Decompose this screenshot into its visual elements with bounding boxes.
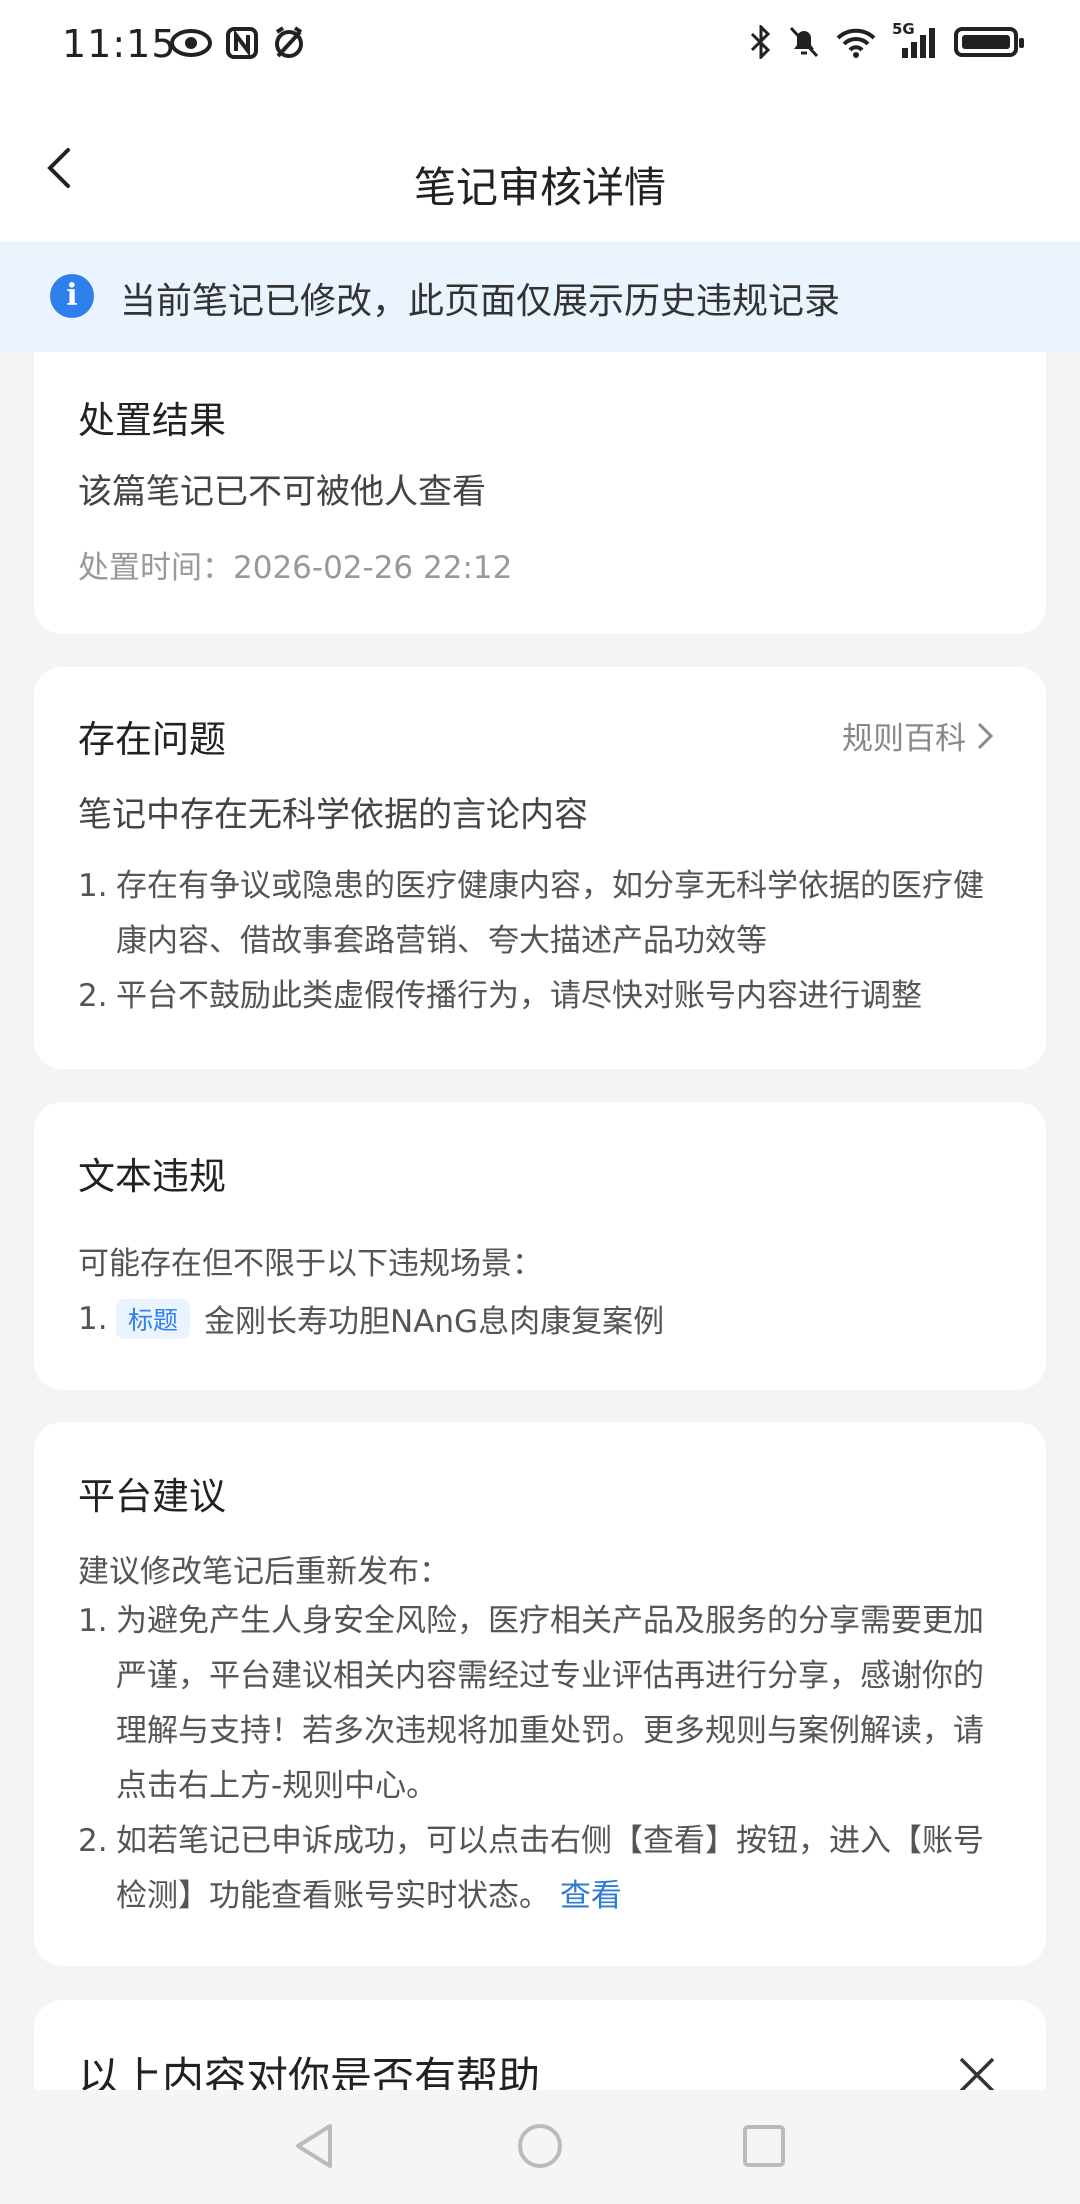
issues-summary: 笔记中存在无科学依据的言论内容 bbox=[78, 795, 588, 835]
advice-card: 平台建议 建议修改笔记后重新发布： 1. 为避免产生人身安全风险，医疗相关产品及服… bbox=[34, 1422, 1046, 1966]
list-item: 2. 如若笔记已申诉成功，可以点击右侧【查看】按钮，进入【账号检测】功能查看账号实… bbox=[78, 1823, 984, 1914]
notice-banner: i 当前笔记已修改，此页面仅展示历史违规记录 bbox=[0, 242, 1080, 352]
list-item: 1. 为避免产生人身安全风险，医疗相关产品及服务的分享需要更加严谨，平台建议相关内… bbox=[78, 1603, 984, 1804]
rules-wiki-link[interactable]: 规则百科 bbox=[842, 713, 994, 758]
signal-5g: 5G bbox=[892, 20, 938, 60]
violation-card: 文本违规 可能存在但不限于以下违规场景： 1. 标题 金刚长寿功胆NAnG息肉康… bbox=[34, 1102, 1046, 1390]
status-left-icons bbox=[170, 26, 306, 60]
status-right-icons: 5G bbox=[750, 20, 1024, 60]
result-time: 处置时间：2026-02-26 22:12 bbox=[78, 550, 513, 586]
close-icon[interactable] bbox=[958, 2056, 996, 2094]
list-item: 1. 存在有争议或隐患的医疗健康内容，如分享无科学依据的医疗健康内容、借故事套路营… bbox=[78, 868, 984, 959]
result-desc: 该篇笔记已不可被他人查看 bbox=[78, 472, 486, 512]
nav-back-icon[interactable] bbox=[292, 2122, 336, 2170]
result-title: 处置结果 bbox=[78, 399, 226, 442]
issues-title: 存在问题 bbox=[78, 718, 226, 761]
chevron-right-icon bbox=[977, 722, 994, 749]
eye-icon bbox=[170, 29, 212, 57]
view-link[interactable]: 查看 bbox=[560, 1878, 622, 1914]
issues-list: 1. 存在有争议或隐患的医疗健康内容，如分享无科学依据的医疗健康内容、借故事套路营… bbox=[78, 859, 986, 1024]
rules-wiki-label: 规则百科 bbox=[842, 721, 966, 757]
system-nav-bar bbox=[0, 2090, 1080, 2204]
violation-intro: 可能存在但不限于以下违规场景： bbox=[78, 1246, 543, 1282]
violation-item: 1. 标题 金刚长寿功胆NAnG息肉康复案例 bbox=[78, 1296, 664, 1341]
bell-muted-icon bbox=[789, 26, 819, 58]
notice-text: 当前笔记已修改，此页面仅展示历史违规记录 bbox=[120, 281, 841, 322]
issues-card: 存在问题 规则百科 笔记中存在无科学依据的言论内容 1. 存在有争议或隐患的医疗健… bbox=[34, 667, 1046, 1069]
info-icon: i bbox=[50, 274, 94, 318]
status-time: 11:15 bbox=[62, 22, 177, 66]
alarm-off-icon bbox=[275, 26, 303, 58]
status-bar: 11:15 5G bbox=[0, 0, 1080, 92]
nav-home-icon[interactable] bbox=[516, 2122, 564, 2170]
page-title: 笔记审核详情 bbox=[413, 163, 666, 212]
advice-title: 平台建议 bbox=[78, 1475, 226, 1518]
signal-icon bbox=[902, 28, 935, 58]
title-tag: 标题 bbox=[116, 1298, 191, 1339]
wifi-icon bbox=[836, 28, 876, 58]
advice-list: 1. 为避免产生人身安全风险，医疗相关产品及服务的分享需要更加严谨，平台建议相关内… bbox=[78, 1594, 986, 1924]
advice-intro: 建议修改笔记后重新发布： bbox=[78, 1554, 450, 1590]
nav-recents-icon[interactable] bbox=[742, 2124, 786, 2168]
violation-text: 金刚长寿功胆NAnG息肉康复案例 bbox=[204, 1304, 665, 1340]
app-bar: 笔记审核详情 bbox=[0, 92, 1080, 242]
result-card: 处置结果 该篇笔记已不可被他人查看 处置时间：2026-02-26 22:12 bbox=[34, 352, 1046, 634]
battery-icon bbox=[954, 27, 1024, 57]
nfc-icon bbox=[226, 27, 258, 59]
list-item: 2. 平台不鼓励此类虚假传播行为，请尽快对账号内容进行调整 bbox=[78, 978, 922, 1014]
bluetooth-icon bbox=[750, 25, 771, 59]
violation-title: 文本违规 bbox=[78, 1155, 226, 1198]
